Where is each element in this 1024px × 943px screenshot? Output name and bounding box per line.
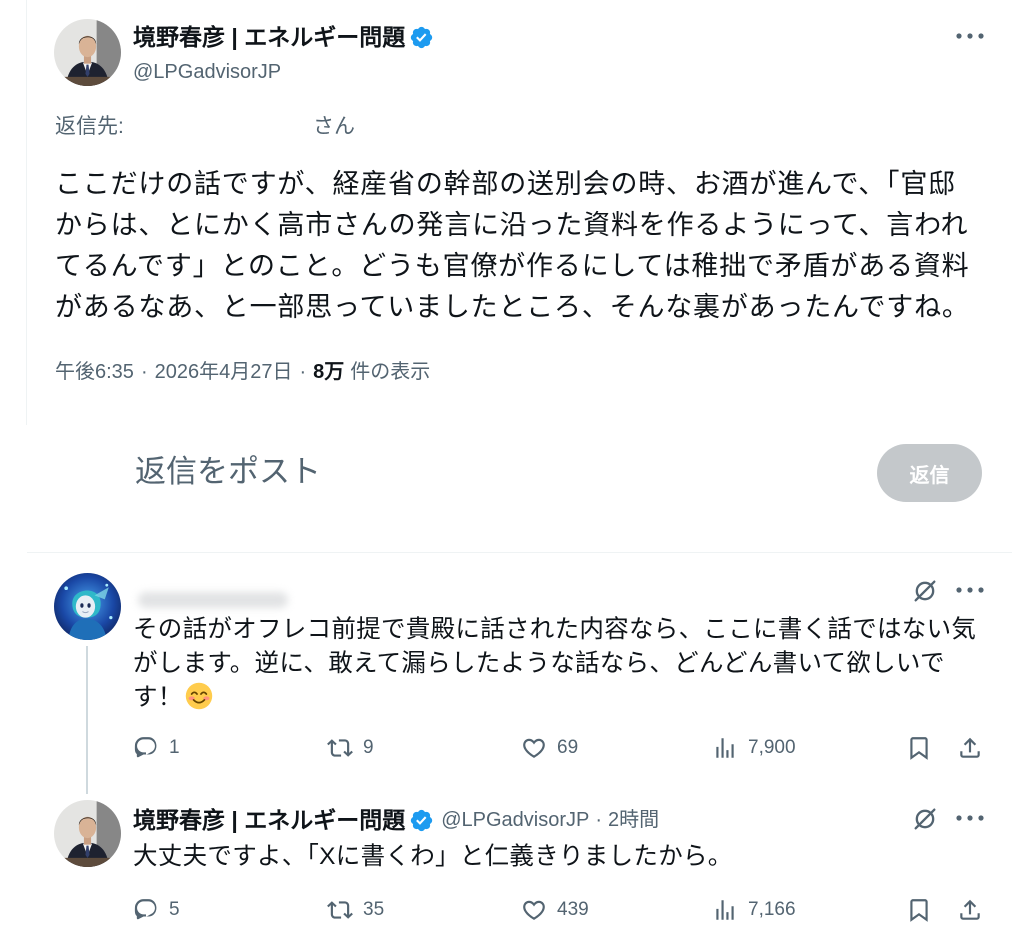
smiling-face-with-smiling-eyes-emoji-icon: [185, 682, 212, 710]
views-count: 7,900: [748, 737, 796, 758]
reply-text-line: がします。逆に、敢えて漏らしたような話なら、どんどん書いて欲しいで: [133, 650, 945, 677]
reply-to-suffix: さん: [313, 115, 355, 138]
like-icon: [523, 738, 545, 758]
author-name[interactable]: 境野春彦 | エネルギー問題: [133, 22, 405, 52]
reply-author-avatar[interactable]: [54, 800, 121, 867]
reply-author-name-row: 境野春彦 | エネルギー問題 @LPGadvisorJP · 2時間: [133, 805, 659, 835]
post-text-line: てるんです」とのこと。どうも官僚が作るにしては稚拙で矛盾がある資料: [55, 251, 970, 281]
more-icon: [956, 815, 984, 821]
reply-icon: [134, 899, 157, 920]
more-button[interactable]: [955, 806, 985, 830]
reply-text-line: 大丈夫ですよ、「Xに書くわ」と仁義きりましたから。: [133, 843, 733, 870]
bookmark-action[interactable]: [906, 896, 932, 924]
post-text-line: からは、とにかく高市さんの発言に沿った資料を作るようにって、言われ: [55, 210, 969, 240]
like-action[interactable]: 69: [521, 734, 578, 762]
like-count: 69: [557, 737, 579, 758]
reply-action[interactable]: 1: [133, 734, 180, 762]
views-icon: [716, 900, 734, 920]
post-date[interactable]: 2026年4月27日: [155, 358, 293, 386]
post-text-line: ここだけの話ですが、経産省の幹部の送別会の時、お酒が進んで、「官邸: [55, 169, 956, 199]
meta-separator: ·: [299, 361, 307, 383]
author-avatar-image: [54, 800, 121, 867]
post-meta: 午後6:35 · 2026年4月27日 · 8万 件の表示: [55, 358, 430, 386]
repost-icon: [327, 739, 353, 757]
like-action[interactable]: 439: [521, 896, 589, 924]
reply-action[interactable]: 5: [133, 896, 180, 924]
grok-explain-button[interactable]: [911, 577, 939, 605]
more-button[interactable]: [955, 578, 985, 602]
views-count[interactable]: 8万: [313, 358, 344, 386]
reply-text-line: その話がオフレコ前提で貴殿に話された内容なら、ここに書く話ではない気: [133, 616, 977, 643]
views-action[interactable]: 7,166: [712, 896, 796, 924]
post-text-line: があるなあ、と一部思っていましたところ、そんな裏があったんですね。: [55, 292, 970, 322]
more-icon: [956, 587, 984, 593]
repost-count: 9: [363, 737, 374, 758]
bookmark-icon: [910, 899, 928, 922]
grok-explain-icon: [914, 580, 936, 602]
reply-author-avatar[interactable]: [54, 573, 121, 640]
reply-count: 1: [169, 737, 180, 758]
author-avatar[interactable]: [54, 19, 121, 86]
author-name-row: 境野春彦 | エネルギー問題: [133, 22, 434, 52]
views-label[interactable]: 件の表示: [350, 358, 430, 386]
reply-text: 大丈夫ですよ、「Xに書くわ」と仁義きりましたから。: [133, 840, 1013, 874]
reply-action-bar: 1 9 69 7,900: [0, 734, 1024, 762]
reply-time[interactable]: 2時間: [608, 806, 659, 834]
repost-icon: [327, 901, 353, 919]
repost-action[interactable]: 35: [327, 896, 384, 924]
reply-text-line-last: す！: [133, 681, 1013, 715]
views-action[interactable]: 7,900: [712, 734, 796, 762]
more-icon: [956, 33, 984, 39]
meta-separator: ·: [140, 361, 148, 383]
verified-badge-icon[interactable]: [409, 808, 434, 833]
verified-badge-icon[interactable]: [409, 25, 434, 50]
reply-action-bar: 5 35 439 7,166: [0, 896, 1024, 924]
views-count: 7,166: [748, 899, 796, 920]
share-action[interactable]: [957, 896, 983, 924]
views-icon: [716, 738, 734, 758]
like-icon: [523, 900, 545, 920]
share-action[interactable]: [957, 734, 983, 762]
reply-count: 5: [169, 899, 180, 920]
post-text: ここだけの話ですが、経産省の幹部の送別会の時、お酒が進んで、「官邸 からは、とに…: [55, 164, 1017, 328]
author-handle[interactable]: @LPGadvisorJP: [133, 58, 281, 86]
anime-character-avatar: [54, 573, 121, 640]
bookmark-icon: [910, 737, 928, 760]
reply-author-handle[interactable]: @LPGadvisorJP: [441, 806, 589, 834]
reply-author-name[interactable]: 境野春彦 | エネルギー問題: [133, 805, 405, 835]
reply-text: その話がオフレコ前提で貴殿に話された内容なら、ここに書く話ではない気 がします。…: [133, 613, 1013, 715]
more-button[interactable]: [955, 24, 985, 48]
author-avatar-image: [54, 19, 121, 86]
grok-explain-button[interactable]: [911, 805, 939, 833]
section-divider: [27, 552, 1012, 553]
post-detail-page: 境野春彦 | エネルギー問題 @LPGadvisorJP 返信先: さん ここだ…: [0, 0, 1024, 943]
redacted-author-name: [138, 592, 288, 608]
card-border: [26, 0, 27, 425]
share-icon: [960, 737, 980, 758]
bookmark-action[interactable]: [906, 734, 932, 762]
reply-composer-input[interactable]: [135, 450, 775, 494]
grok-explain-icon: [914, 808, 936, 830]
reply-button[interactable]: 返信: [877, 444, 982, 502]
post-time[interactable]: 午後6:35: [55, 358, 134, 386]
reply-to-label: 返信先:: [55, 115, 124, 138]
like-count: 439: [557, 899, 589, 920]
repost-count: 35: [363, 899, 385, 920]
reply-icon: [134, 737, 157, 758]
reply-text-fragment: す！: [133, 684, 183, 711]
meta-separator: ·: [595, 809, 603, 831]
repost-action[interactable]: 9: [327, 734, 374, 762]
share-icon: [960, 899, 980, 920]
thread-connector-line: [86, 646, 88, 794]
